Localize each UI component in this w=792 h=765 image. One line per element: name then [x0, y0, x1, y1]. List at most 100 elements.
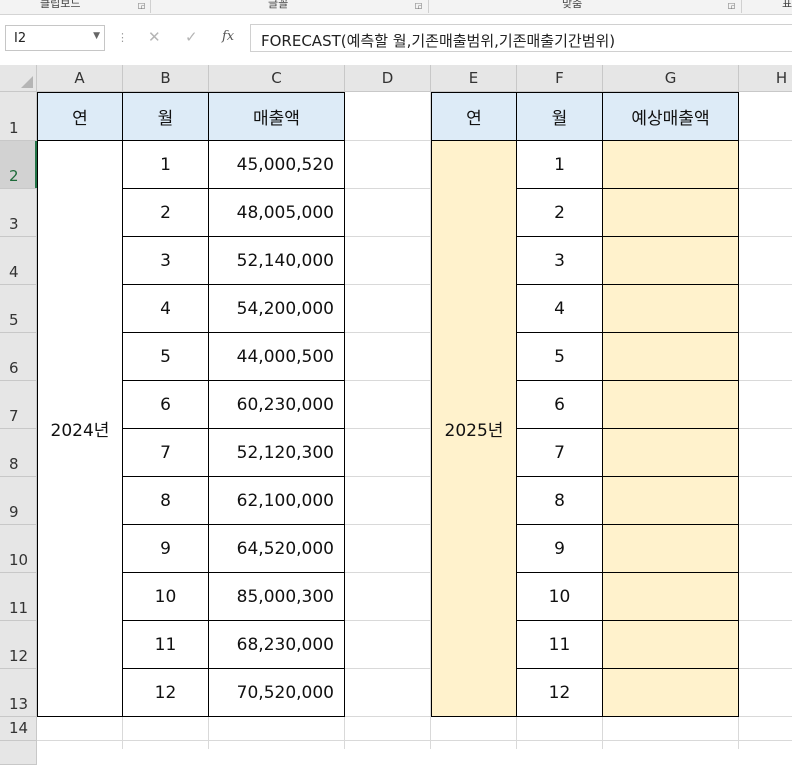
cell-h13[interactable] [739, 669, 792, 717]
month-2024-row-7[interactable]: 6 [123, 381, 209, 429]
cell-d1[interactable] [345, 92, 431, 141]
forecast-sales-row-10[interactable] [603, 525, 739, 573]
month-2024-row-11[interactable]: 10 [123, 573, 209, 621]
row-header-14[interactable]: 14 [0, 717, 37, 741]
column-header-b[interactable]: B [123, 65, 209, 92]
more-options-icon[interactable]: ⋮ [117, 31, 128, 44]
cell-d6[interactable] [345, 333, 431, 381]
forecast-sales-row-4[interactable] [603, 237, 739, 285]
cell-d15[interactable] [345, 741, 431, 749]
cell-h1[interactable] [739, 92, 792, 141]
sales-2024-row-6[interactable]: 44,000,500 [209, 333, 345, 381]
cell-d8[interactable] [345, 429, 431, 477]
cell-d3[interactable] [345, 189, 431, 237]
cell-g15[interactable] [603, 741, 739, 749]
cell-d13[interactable] [345, 669, 431, 717]
sales-2024-row-10[interactable]: 64,520,000 [209, 525, 345, 573]
forecast-sales-row-3[interactable] [603, 189, 739, 237]
month-2025-row-8[interactable]: 7 [517, 429, 603, 477]
month-2025-row-3[interactable]: 2 [517, 189, 603, 237]
cell-a14[interactable] [37, 717, 123, 741]
cell-h10[interactable] [739, 525, 792, 573]
month-2024-row-6[interactable]: 5 [123, 333, 209, 381]
clipboard-launcher-icon[interactable]: ◲ [137, 1, 146, 10]
cell-h2[interactable] [739, 141, 792, 189]
cell-b14[interactable] [123, 717, 209, 741]
header-year-2024[interactable]: 연 [37, 92, 123, 141]
month-2024-row-9[interactable]: 8 [123, 477, 209, 525]
sales-2024-row-9[interactable]: 62,100,000 [209, 477, 345, 525]
header-forecast-sales[interactable]: 예상매출액 [603, 92, 739, 141]
month-2025-row-13[interactable]: 12 [517, 669, 603, 717]
month-2024-row-4[interactable]: 3 [123, 237, 209, 285]
cell-d11[interactable] [345, 573, 431, 621]
formula-input[interactable]: FORECAST(예측할 월,기존매출범위,기존매출기간범위) [250, 24, 792, 52]
row-header-2[interactable]: 2 [0, 141, 37, 189]
cell-h3[interactable] [739, 189, 792, 237]
month-2025-row-5[interactable]: 4 [517, 285, 603, 333]
cell-h12[interactable] [739, 621, 792, 669]
cell-h11[interactable] [739, 573, 792, 621]
row-header-13[interactable]: 13 [0, 669, 37, 717]
column-header-e[interactable]: E [431, 65, 517, 92]
alignment-launcher-icon[interactable]: ◲ [727, 1, 736, 10]
forecast-sales-row-7[interactable] [603, 381, 739, 429]
month-2025-row-6[interactable]: 5 [517, 333, 603, 381]
cell-g14[interactable] [603, 717, 739, 741]
cell-h4[interactable] [739, 237, 792, 285]
month-2025-row-9[interactable]: 8 [517, 477, 603, 525]
merged-year-2024-cell[interactable]: 2024년 [37, 141, 123, 717]
cell-b15[interactable] [123, 741, 209, 749]
sales-2024-row-5[interactable]: 54,200,000 [209, 285, 345, 333]
row-header-6[interactable]: 6 [0, 333, 37, 381]
row-header-5[interactable]: 5 [0, 285, 37, 333]
chevron-down-icon[interactable]: ▼ [93, 31, 100, 41]
row-header-9[interactable]: 9 [0, 477, 37, 525]
cell-e15[interactable] [431, 741, 517, 749]
forecast-sales-row-8[interactable] [603, 429, 739, 477]
sales-2024-row-8[interactable]: 52,120,300 [209, 429, 345, 477]
cell-h8[interactable] [739, 429, 792, 477]
select-all-button[interactable] [0, 65, 37, 92]
cell-c14[interactable] [209, 717, 345, 741]
cell-d10[interactable] [345, 525, 431, 573]
month-2024-row-13[interactable]: 12 [123, 669, 209, 717]
cell-h9[interactable] [739, 477, 792, 525]
sales-2024-row-11[interactable]: 85,000,300 [209, 573, 345, 621]
forecast-sales-row-13[interactable] [603, 669, 739, 717]
header-month-2024[interactable]: 월 [123, 92, 209, 141]
row-header-10[interactable]: 10 [0, 525, 37, 573]
month-2024-row-5[interactable]: 4 [123, 285, 209, 333]
cell-d9[interactable] [345, 477, 431, 525]
cancel-icon[interactable]: ✕ [148, 28, 161, 46]
row-header-3[interactable]: 3 [0, 189, 37, 237]
forecast-sales-row-6[interactable] [603, 333, 739, 381]
cell-d2[interactable] [345, 141, 431, 189]
cell-c15[interactable] [209, 741, 345, 749]
cell-h7[interactable] [739, 381, 792, 429]
worksheet-grid[interactable]: 연 월 매출액 연 월 예상매출액 2024년 2025년 1 45,000,520 1 2 48,00… [37, 92, 792, 749]
font-launcher-icon[interactable]: ◲ [414, 1, 423, 10]
month-2024-row-10[interactable]: 9 [123, 525, 209, 573]
header-month-2025[interactable]: 월 [517, 92, 603, 141]
month-2025-row-11[interactable]: 10 [517, 573, 603, 621]
month-2025-row-2[interactable]: 1 [517, 141, 603, 189]
month-2025-row-12[interactable]: 11 [517, 621, 603, 669]
cell-f15[interactable] [517, 741, 603, 749]
month-2024-row-3[interactable]: 2 [123, 189, 209, 237]
column-header-d[interactable]: D [345, 65, 431, 92]
column-header-a[interactable]: A [37, 65, 123, 92]
cell-h5[interactable] [739, 285, 792, 333]
insert-function-icon[interactable]: fx [222, 29, 234, 44]
cell-d4[interactable] [345, 237, 431, 285]
row-header-7[interactable]: 7 [0, 381, 37, 429]
row-header-1[interactable]: 1 [0, 92, 37, 141]
column-header-g[interactable]: G [603, 65, 739, 92]
sales-2024-row-3[interactable]: 48,005,000 [209, 189, 345, 237]
sales-2024-row-2[interactable]: 45,000,520 [209, 141, 345, 189]
cell-h14[interactable] [739, 717, 792, 741]
month-2025-row-10[interactable]: 9 [517, 525, 603, 573]
month-2024-row-12[interactable]: 11 [123, 621, 209, 669]
sales-2024-row-4[interactable]: 52,140,000 [209, 237, 345, 285]
column-header-h[interactable]: H [739, 65, 792, 92]
